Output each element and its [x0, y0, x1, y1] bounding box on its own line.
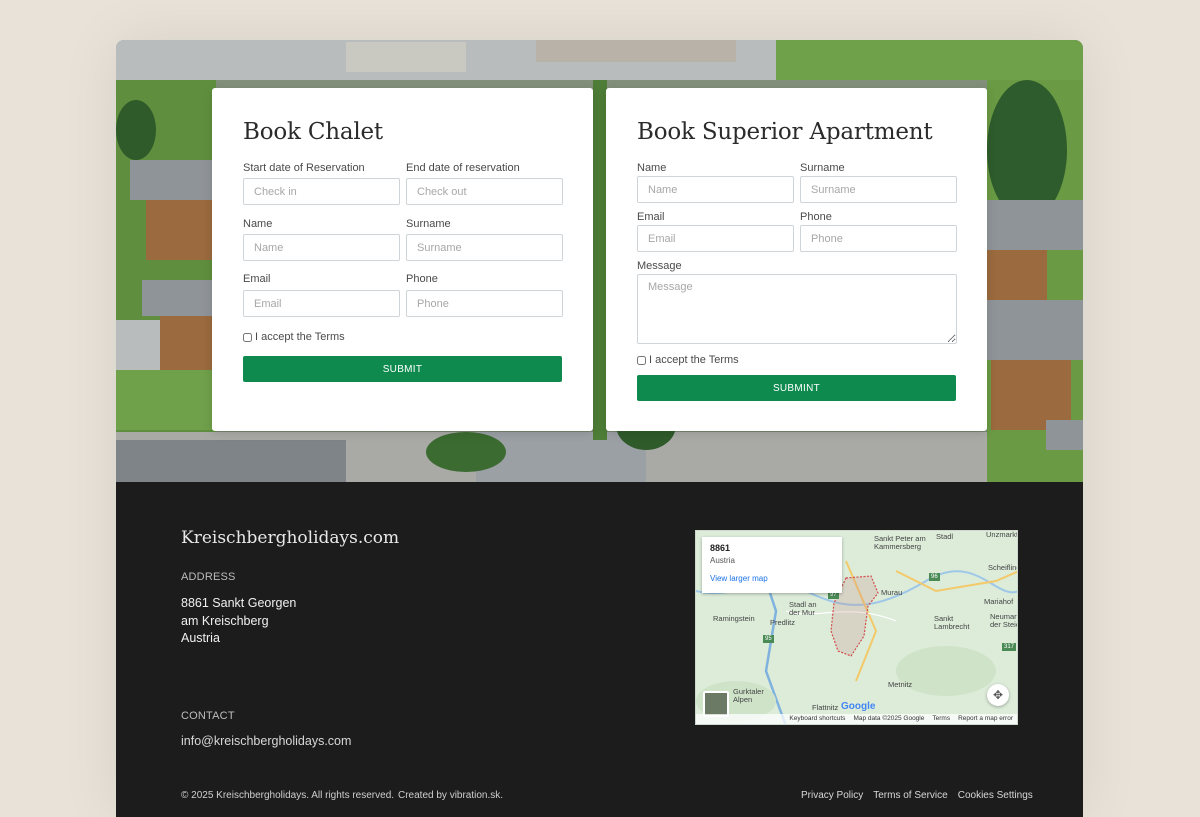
book-apartment-title: Book Superior Apartment [637, 119, 933, 145]
site-footer: Kreischbergholidays.com ADDRESS 8861 San… [116, 482, 1083, 817]
privacy-policy-link[interactable]: Privacy Policy [801, 790, 863, 801]
map-label: Sankt Lambrecht [934, 614, 970, 631]
cookies-settings-link[interactable]: Cookies Settings [958, 790, 1033, 801]
submit-button[interactable]: SUBMIT [243, 356, 562, 382]
map-label: Metnitz [888, 680, 913, 689]
submit-button[interactable]: SUBMINT [637, 375, 956, 401]
end-date-label: End date of reservation [406, 162, 520, 174]
email-label: Email [243, 273, 271, 285]
surname-input[interactable] [406, 234, 563, 261]
map-info-title: 8861 [710, 543, 731, 553]
map-label: Ramingstein [713, 614, 755, 623]
map-terms-link[interactable]: Terms [932, 715, 950, 723]
map-label: Mariahof [984, 597, 1014, 606]
terms-checkbox-row[interactable]: I accept the Terms [243, 331, 345, 343]
message-textarea[interactable] [637, 274, 957, 344]
surname-input[interactable] [800, 176, 957, 203]
book-chalet-card: Book Chalet Start date of Reservation En… [212, 88, 593, 431]
map-label: Stadl an der Mur [789, 600, 817, 617]
map-label: Sankt Peter am Kammersberg [874, 534, 926, 551]
footer-links: Privacy Policy Terms of Service Cookies … [801, 790, 1033, 801]
view-larger-map-link[interactable]: View larger map [710, 574, 834, 583]
contact-heading: CONTACT [181, 710, 235, 722]
message-label: Message [637, 260, 682, 272]
check-out-input[interactable] [406, 178, 563, 205]
road-number: 317 [1002, 643, 1017, 651]
road-number: 95 [763, 635, 774, 643]
address-block: 8861 Sankt Georgen am Kreischberg Austri… [181, 595, 296, 648]
map-attribution: Keyboard shortcuts Map data ©2025 Google… [696, 714, 1017, 724]
map-pan-control-icon[interactable]: ✥ [987, 684, 1009, 706]
start-date-label: Start date of Reservation [243, 162, 365, 174]
road-number: 96 [929, 573, 940, 581]
book-apartment-card: Book Superior Apartment Name Surname Ema… [606, 88, 987, 431]
google-logo: Google [841, 701, 876, 712]
phone-label: Phone [800, 211, 832, 223]
map-label: Flattnitz [812, 703, 839, 712]
map-data-text: Map data ©2025 Google [853, 715, 925, 722]
google-map[interactable]: Sankt Peter am Kammersberg Stadl Unzmark… [695, 530, 1018, 725]
email-input[interactable] [637, 225, 794, 252]
map-label: Predlitz [770, 618, 796, 627]
phone-input[interactable] [800, 225, 957, 252]
name-input[interactable] [243, 234, 400, 261]
name-label: Name [637, 162, 667, 174]
email-input[interactable] [243, 290, 400, 317]
address-line: Austria [181, 631, 220, 645]
map-info-window: 8861 Austria View larger map [702, 537, 842, 593]
name-input[interactable] [637, 176, 794, 203]
copyright-text: © 2025 Kreischbergholidays. All rights r… [181, 790, 395, 801]
map-label: Scheifling [988, 563, 1018, 572]
map-label: Neumarkt der Steier [990, 612, 1017, 629]
footer-brand: Kreischbergholidays.com [181, 528, 400, 548]
terms-checkbox-row[interactable]: I accept the Terms [637, 354, 739, 366]
phone-label: Phone [406, 273, 438, 285]
report-map-error-link[interactable]: Report a map error [958, 715, 1013, 723]
credit-text: Created by vibration.sk. [398, 790, 504, 801]
address-line: 8861 Sankt Georgen [181, 596, 297, 610]
terms-checkbox[interactable] [243, 332, 252, 342]
page-frame: Book Chalet Start date of Reservation En… [116, 40, 1083, 817]
map-label: Unzmarkt [986, 530, 1018, 539]
map-label: Gurktaler Alpen [733, 687, 764, 704]
address-heading: ADDRESS [181, 571, 236, 583]
email-label: Email [637, 211, 665, 223]
map-label: Stadl [936, 532, 954, 541]
surname-label: Surname [800, 162, 845, 174]
phone-input[interactable] [406, 290, 563, 317]
contact-block: info@kreischbergholidays.com [181, 733, 351, 751]
address-line: am Kreischberg [181, 613, 269, 628]
book-chalet-title: Book Chalet [243, 119, 383, 145]
map-info-subtitle: Austria [710, 556, 735, 565]
map-label: Murau [881, 588, 903, 597]
check-in-input[interactable] [243, 178, 400, 205]
keyboard-shortcuts-link[interactable]: Keyboard shortcuts [789, 715, 845, 723]
terms-checkbox[interactable] [637, 355, 646, 365]
terms-of-service-link[interactable]: Terms of Service [873, 790, 947, 801]
surname-label: Surname [406, 218, 451, 230]
terms-label: I accept the Terms [649, 354, 739, 366]
terms-label: I accept the Terms [255, 331, 345, 343]
contact-email-link[interactable]: info@kreischbergholidays.com [181, 734, 351, 748]
name-label: Name [243, 218, 273, 230]
